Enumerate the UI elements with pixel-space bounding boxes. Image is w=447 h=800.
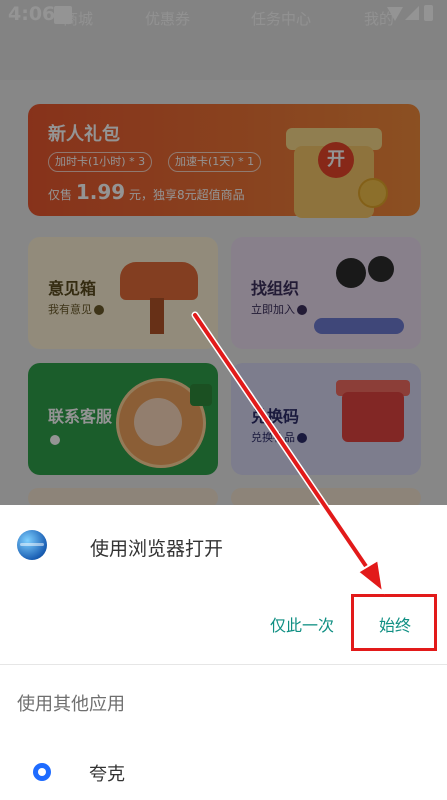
arrow-annotation — [191, 311, 385, 595]
